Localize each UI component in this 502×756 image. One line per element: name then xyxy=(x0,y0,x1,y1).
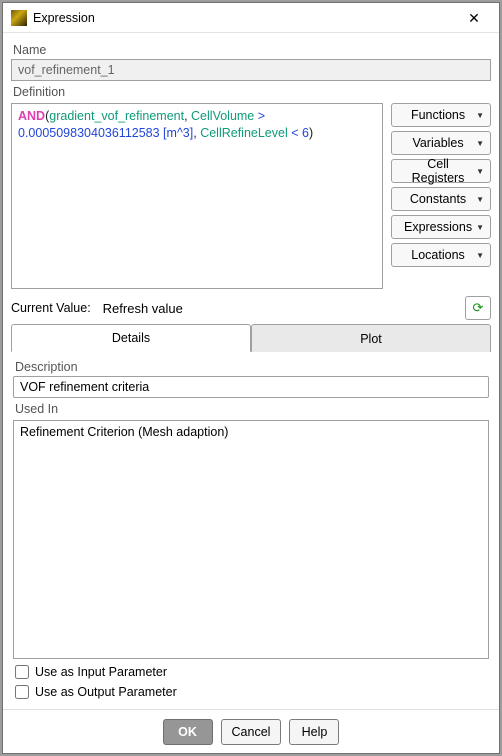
use-as-output-row[interactable]: Use as Output Parameter xyxy=(13,685,489,699)
locations-dropdown[interactable]: Locations ▼ xyxy=(391,243,491,267)
title-bar: Expression ✕ xyxy=(3,3,499,33)
cancel-button[interactable]: Cancel xyxy=(221,719,282,745)
functions-label: Functions xyxy=(400,108,476,122)
cancel-label: Cancel xyxy=(232,725,271,739)
ok-label: OK xyxy=(178,725,197,739)
chevron-down-icon: ▼ xyxy=(476,251,484,260)
tab-plot-label: Plot xyxy=(360,332,382,346)
tab-body-details: Description Used In Refinement Criterion… xyxy=(11,352,491,701)
chevron-down-icon: ▼ xyxy=(476,111,484,120)
token-keyword: AND xyxy=(18,109,45,123)
tab-details[interactable]: Details xyxy=(11,324,251,352)
chevron-down-icon: ▼ xyxy=(476,223,484,232)
used-in-label: Used In xyxy=(15,402,489,416)
use-as-output-checkbox[interactable] xyxy=(15,685,29,699)
description-label: Description xyxy=(15,360,489,374)
help-button[interactable]: Help xyxy=(289,719,339,745)
expressions-dropdown[interactable]: Expressions ▼ xyxy=(391,215,491,239)
name-label: Name xyxy=(13,43,491,57)
expressions-label: Expressions xyxy=(400,220,476,234)
current-value-text: Refresh value xyxy=(103,301,183,316)
token-op: > xyxy=(254,109,265,123)
app-icon xyxy=(11,10,27,26)
definition-side-buttons: Functions ▼ Variables ▼ Cell Registers ▼… xyxy=(391,103,491,289)
help-label: Help xyxy=(302,725,328,739)
tabs: Details Plot xyxy=(11,324,491,352)
definition-row: AND(gradient_vof_refinement, CellVolume … xyxy=(11,103,491,289)
use-as-output-label: Use as Output Parameter xyxy=(35,685,177,699)
cell-registers-dropdown[interactable]: Cell Registers ▼ xyxy=(391,159,491,183)
description-field[interactable] xyxy=(13,376,489,398)
token-paren: ) xyxy=(309,126,313,140)
refresh-button[interactable]: ⟳ xyxy=(465,296,491,320)
used-in-item: Refinement Criterion (Mesh adaption) xyxy=(20,425,228,439)
chevron-down-icon: ▼ xyxy=(476,139,484,148)
locations-label: Locations xyxy=(400,248,476,262)
token-ident: gradient_vof_refinement xyxy=(49,109,184,123)
token-number: 0.0005098304036112583 [m^3] xyxy=(18,126,193,140)
functions-dropdown[interactable]: Functions ▼ xyxy=(391,103,491,127)
dialog-footer: OK Cancel Help xyxy=(3,709,499,753)
token-ident: CellRefineLevel xyxy=(200,126,288,140)
definition-editor[interactable]: AND(gradient_vof_refinement, CellVolume … xyxy=(11,103,383,289)
tab-plot[interactable]: Plot xyxy=(251,324,491,352)
name-field[interactable] xyxy=(11,59,491,81)
current-value-label: Current Value: xyxy=(11,301,91,315)
ok-button[interactable]: OK xyxy=(163,719,213,745)
variables-label: Variables xyxy=(400,136,476,150)
token-ident: CellVolume xyxy=(191,109,254,123)
cell-registers-label: Cell Registers xyxy=(400,157,476,185)
definition-label: Definition xyxy=(13,85,491,99)
use-as-input-label: Use as Input Parameter xyxy=(35,665,167,679)
expression-dialog: Expression ✕ Name Definition AND(gradien… xyxy=(2,2,500,754)
used-in-list[interactable]: Refinement Criterion (Mesh adaption) xyxy=(13,420,489,659)
constants-dropdown[interactable]: Constants ▼ xyxy=(391,187,491,211)
window-title: Expression xyxy=(33,11,457,25)
token-comma: , xyxy=(184,109,191,123)
token-number: 6 xyxy=(302,126,309,140)
chevron-down-icon: ▼ xyxy=(476,167,484,176)
dialog-body: Name Definition AND(gradient_vof_refinem… xyxy=(3,33,499,709)
constants-label: Constants xyxy=(400,192,476,206)
close-button[interactable]: ✕ xyxy=(457,4,491,32)
token-op: < xyxy=(288,126,302,140)
variables-dropdown[interactable]: Variables ▼ xyxy=(391,131,491,155)
refresh-icon: ⟳ xyxy=(473,300,484,316)
chevron-down-icon: ▼ xyxy=(476,195,484,204)
tab-details-label: Details xyxy=(112,331,150,345)
use-as-input-row[interactable]: Use as Input Parameter xyxy=(13,665,489,679)
current-value-row: Current Value: Refresh value ⟳ xyxy=(11,295,491,321)
use-as-input-checkbox[interactable] xyxy=(15,665,29,679)
close-icon: ✕ xyxy=(468,11,480,25)
